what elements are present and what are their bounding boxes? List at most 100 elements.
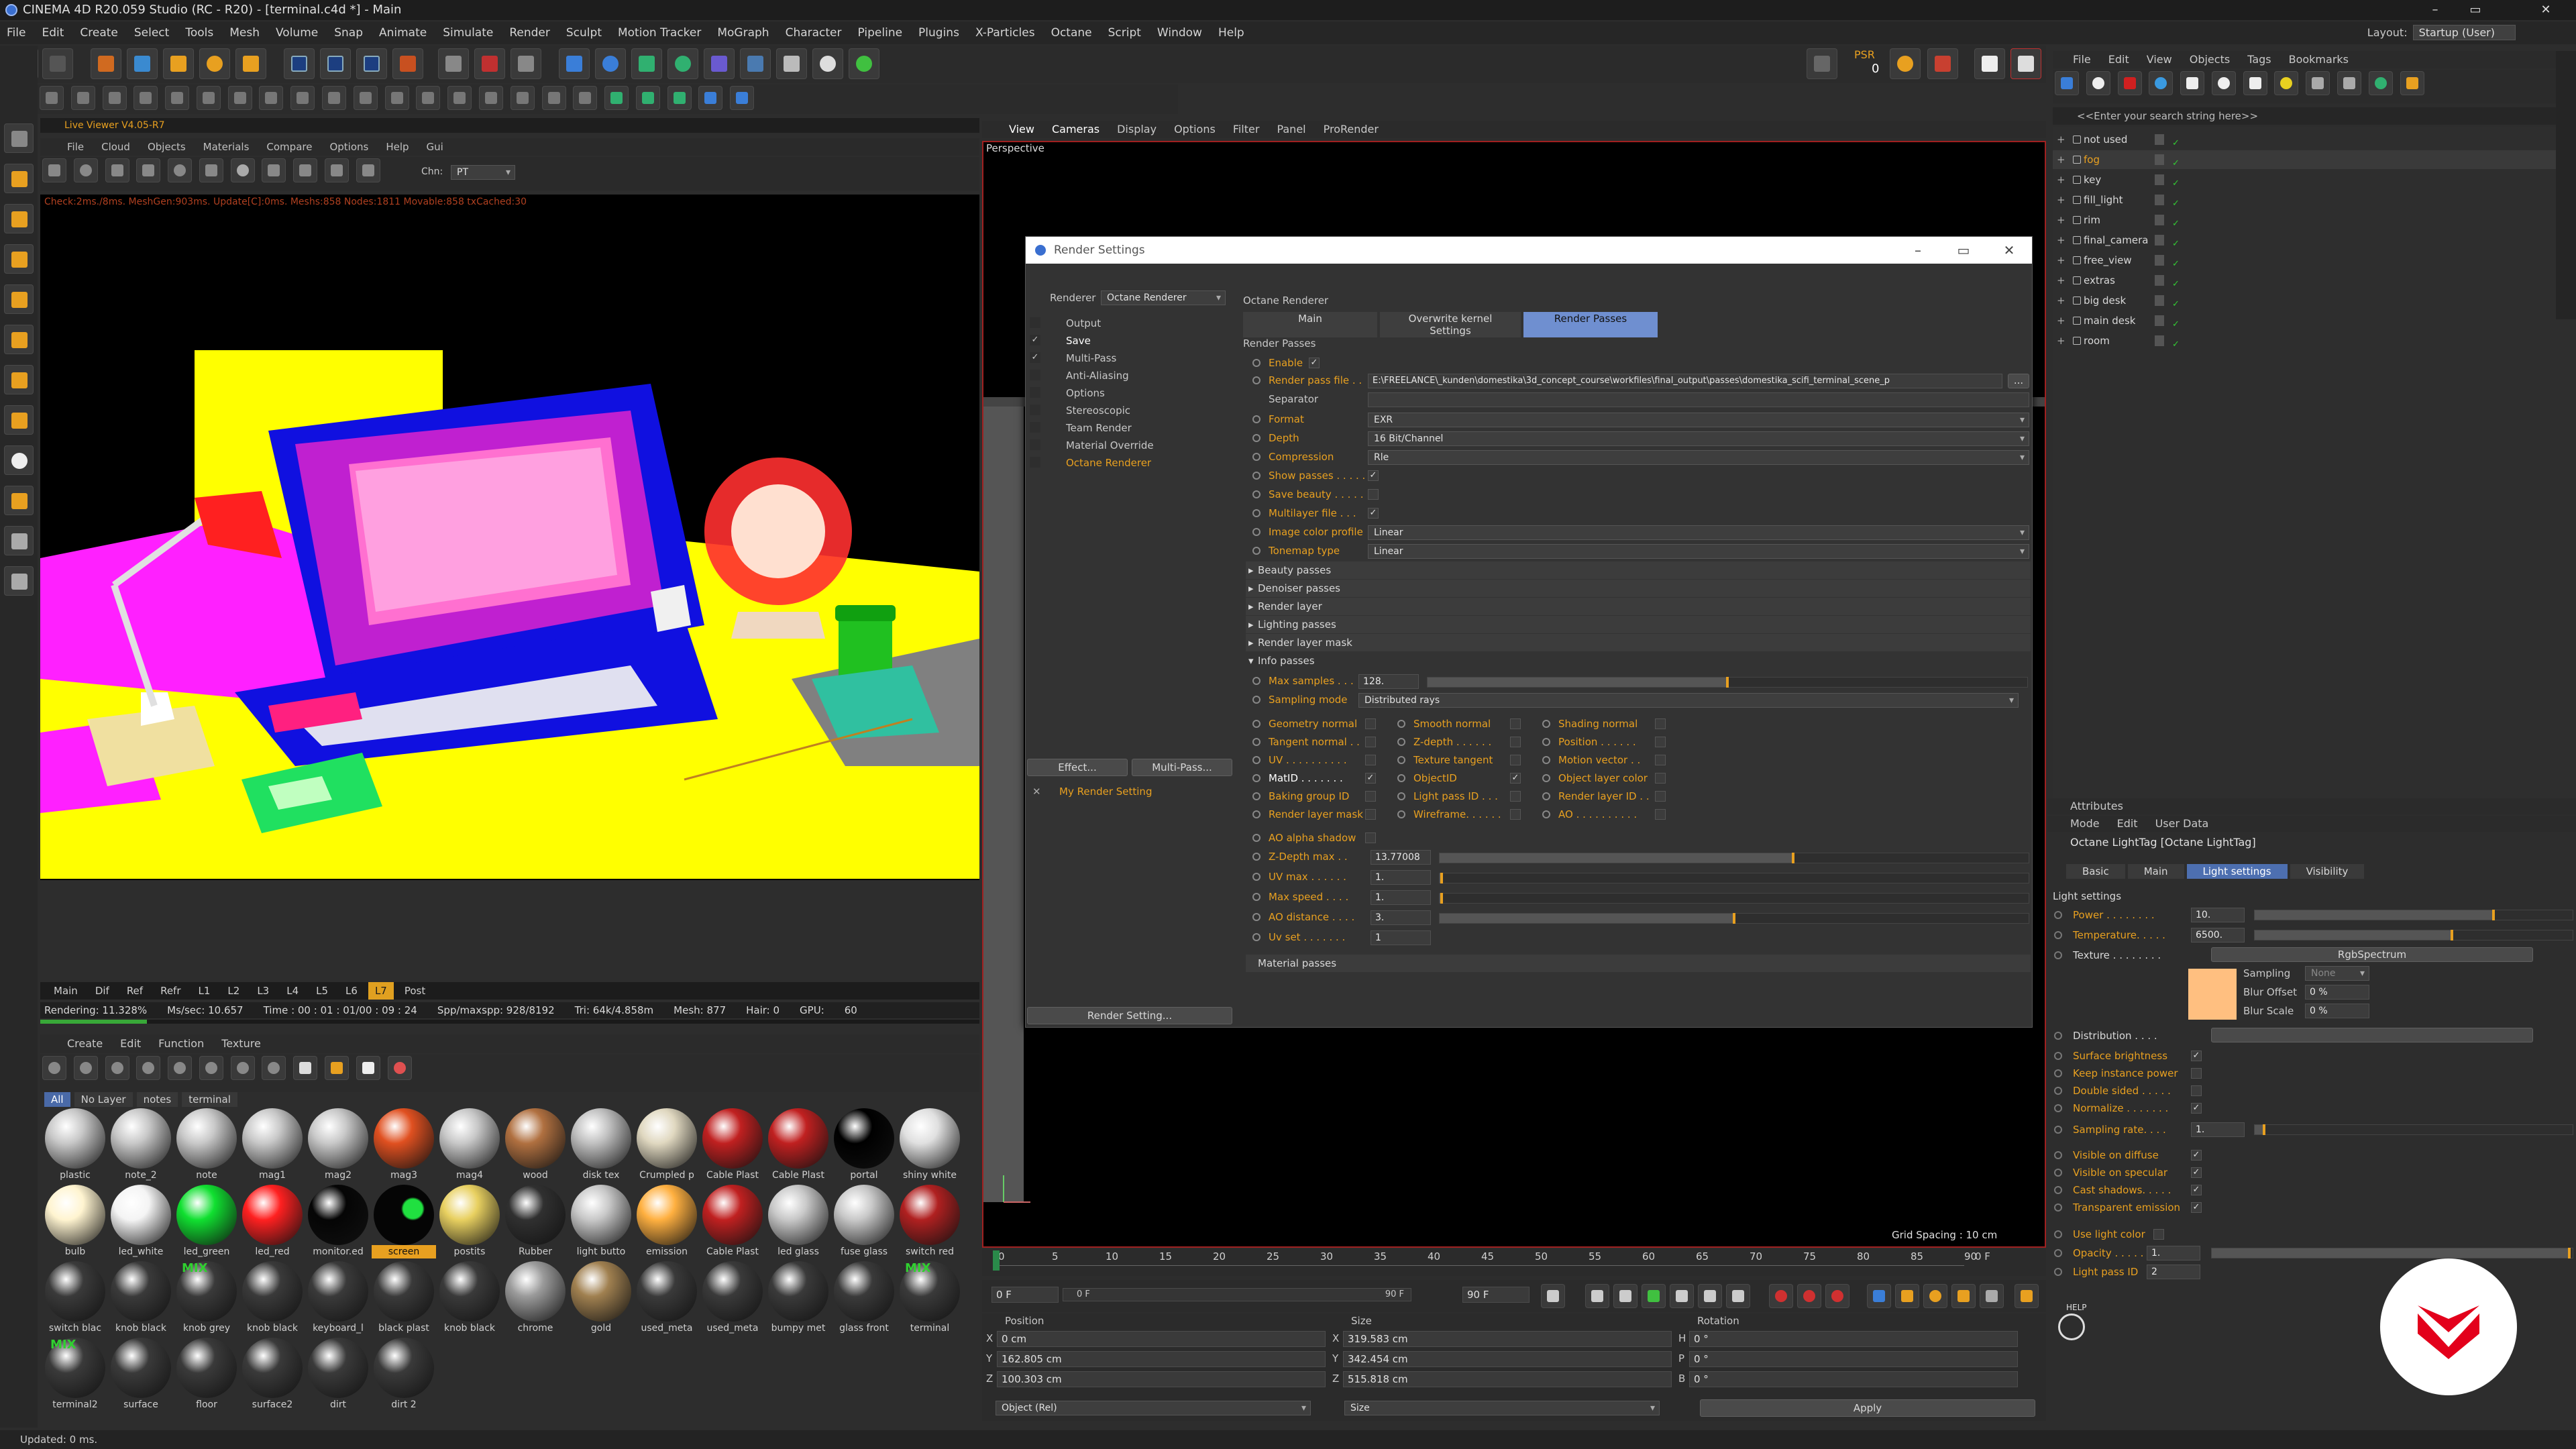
viewport-menu-options[interactable]: Options [1174,121,1216,138]
animate-bullet-icon[interactable] [1252,696,1260,704]
octane-icon[interactable] [849,48,879,79]
tree-check[interactable] [1030,387,1040,398]
layout-selector[interactable]: Layout: Startup (User) [2367,25,2516,40]
lv-tab-l5[interactable]: L5 [309,982,335,1000]
save-beauty-checkbox[interactable] [1368,489,1379,500]
visibility-toggle-icon[interactable] [2155,174,2164,185]
coordinate-mode-dropdown[interactable]: Object (Rel) [996,1401,1311,1415]
viewport-menu-cameras[interactable]: Cameras [1052,121,1099,138]
animate-bullet-icon[interactable] [2054,1186,2062,1194]
octane-mix-icon[interactable] [199,1056,223,1080]
visibility-toggle-icon[interactable] [2155,275,2164,286]
zdepth-slider-handle[interactable] [1791,853,1794,863]
info-pass-checkbox[interactable] [1655,791,1666,802]
points-mode-icon[interactable] [40,86,64,110]
snap-s-icon[interactable] [4,445,34,475]
attr-tab-light-settings[interactable]: Light settings [2186,864,2288,879]
multilayer-file-checkbox[interactable]: ✓ [1368,508,1379,519]
info-pass-checkbox[interactable] [1365,809,1376,820]
timeline-menu-icon[interactable] [2015,1284,2039,1308]
timeline-playhead[interactable] [993,1250,1000,1271]
menu-edit[interactable]: Edit [42,26,64,40]
tweak-mode-icon[interactable] [227,86,252,110]
material-swatch[interactable]: led_green [174,1185,239,1261]
lv-menu-compare[interactable]: Compare [266,138,312,156]
uv-mode-icon[interactable] [4,244,34,274]
animate-bullet-icon[interactable] [2054,1032,2062,1040]
material-swatch[interactable]: mag3 [372,1108,436,1185]
menu-mograph[interactable]: MoGraph [717,26,769,40]
octane-fog-icon[interactable] [2337,71,2362,95]
uvset-field[interactable]: 1 [1371,930,1431,945]
tree-check[interactable] [1030,422,1040,433]
animate-bullet-icon[interactable] [2054,951,2062,959]
object-row[interactable]: + rim ✓ [2053,211,2576,229]
octane-universal-icon[interactable] [293,1056,318,1080]
animate-bullet-icon[interactable] [1397,792,1405,800]
aodist-slider[interactable] [1439,913,2029,924]
aodist-slider-handle[interactable] [1733,913,1735,924]
visibility-toggle-icon[interactable] [2155,335,2164,346]
camera-icon[interactable] [776,48,807,79]
tree-check[interactable] [1030,370,1040,380]
attr-tab-basic[interactable]: Basic [2066,864,2125,879]
object-menu-objects[interactable]: Objects [2190,51,2230,68]
maxspeed-slider[interactable] [1439,893,2029,904]
opacity-slider[interactable] [2211,1248,2573,1258]
render-toggle-icon[interactable]: ✓ [2172,295,2180,309]
attr-tab-main[interactable]: Main [2127,864,2184,879]
animate-bullet-icon[interactable] [2054,1169,2062,1177]
menu-mesh[interactable]: Mesh [229,26,260,40]
info-pass-checkbox[interactable] [1510,791,1521,802]
animate-bullet-icon[interactable] [1252,792,1260,800]
tree-item-anti-aliasing[interactable]: Anti-Aliasing [1066,370,1129,382]
animate-bullet-icon[interactable] [2054,911,2062,919]
dialog-minimize-button[interactable]: – [1895,237,1941,264]
group-render-layer-mask[interactable]: ▸ Render layer mask [1246,634,2031,651]
lv-menu-file[interactable]: File [67,138,84,156]
temperature-slider-handle[interactable] [2450,930,2453,941]
x-axis-lock-icon[interactable] [284,48,315,79]
material-filter-notes[interactable]: notes [136,1092,178,1107]
help-icon[interactable] [2058,1313,2085,1340]
info-pass-checkbox[interactable] [1365,718,1376,729]
visibility-toggle-icon[interactable] [2155,134,2164,145]
material-swatch[interactable]: wood [503,1108,568,1185]
expand-icon[interactable]: + [2057,150,2065,169]
model-mode-icon[interactable] [133,86,158,110]
material-swatch[interactable]: note [174,1108,239,1185]
frame-range-slider[interactable]: 0 F 90 F [1063,1288,1411,1301]
channel-dropdown[interactable]: PT [451,165,515,180]
octane-settings-icon[interactable] [2055,71,2079,95]
material-swatch[interactable]: glass front [832,1261,896,1338]
size-y-field[interactable]: 342.454 cm [1343,1351,1672,1367]
menu-create[interactable]: Create [80,26,118,40]
material-swatch[interactable]: screen [372,1185,436,1261]
animate-bullet-icon[interactable] [1252,720,1260,728]
object-menu-file[interactable]: File [2073,51,2091,68]
tree-item-material-override[interactable]: Material Override [1066,439,1154,451]
y-axis-lock-icon[interactable] [320,48,351,79]
object-mode-icon[interactable] [4,204,34,233]
layout-dropdown[interactable]: Startup (User) [2412,25,2516,40]
tree-check[interactable]: ✓ [1030,335,1040,345]
next-key-icon[interactable] [1698,1284,1722,1308]
material-swatch[interactable]: switch blac [43,1261,107,1338]
octane-sun-icon[interactable] [2180,71,2205,95]
animate-bullet-icon[interactable] [2054,1087,2062,1095]
visibility-toggle-icon[interactable] [2155,195,2164,205]
animate-bullet-icon[interactable] [1252,893,1260,901]
minimize-button[interactable]: – [2415,0,2455,20]
animate-bullet-icon[interactable] [1252,810,1260,818]
info-pass-checkbox[interactable] [1510,809,1521,820]
material-swatch[interactable]: mag1 [240,1108,305,1185]
pin-icon[interactable] [325,158,350,182]
animate-bullet-icon[interactable] [1252,415,1260,423]
octane-orange-icon[interactable] [2400,71,2424,95]
object-menu-tags[interactable]: Tags [2247,51,2271,68]
viewport-menu-prorender[interactable]: ProRender [1324,121,1379,138]
blur-offset-field[interactable]: 0 % [2305,985,2369,1000]
info-pass-checkbox[interactable] [1365,755,1376,765]
model-tool-icon[interactable] [4,164,34,193]
hierarchy-icon[interactable] [541,86,566,110]
